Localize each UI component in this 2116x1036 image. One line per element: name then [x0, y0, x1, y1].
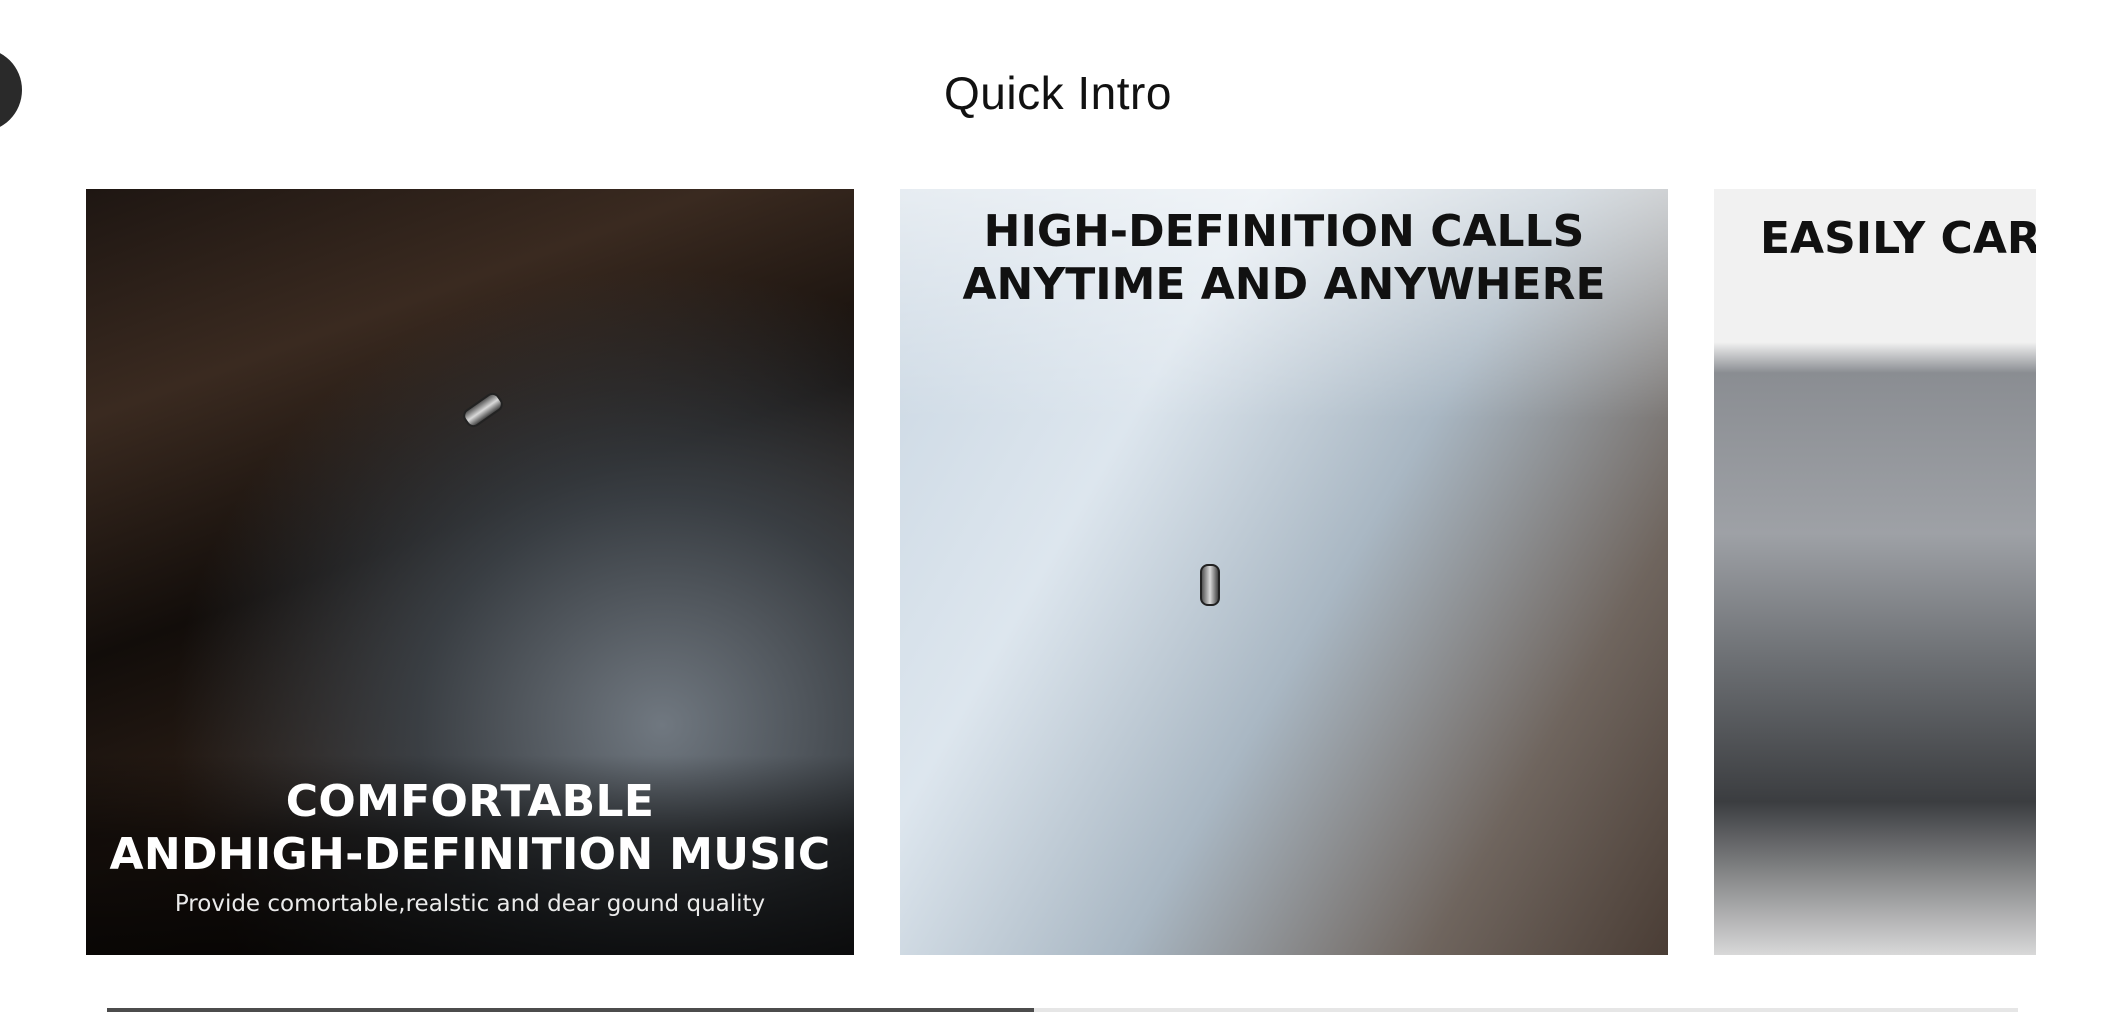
slide-subtitle: Provide comortable,realstic and dear gou…	[174, 891, 766, 917]
slide-heading-line-2: ANYTIME AND ANYWHERE	[962, 259, 1606, 310]
carousel-slide-carry[interactable]: EASILY CAR	[1714, 189, 2036, 955]
carousel-slide-music[interactable]: COMFORTABLE ANDHIGH-DEFINITION MUSIC Pro…	[86, 189, 854, 955]
slide-heading-line-2: ANDHIGH-DEFINITION MUSIC	[109, 829, 831, 880]
carousel[interactable]: COMFORTABLE ANDHIGH-DEFINITION MUSIC Pro…	[86, 189, 2036, 955]
slide-heading-line-1: COMFORTABLE	[285, 776, 655, 827]
page: Quick Intro COMFORTABLE ANDHIGH-DEFINITI…	[0, 0, 2116, 1036]
slide-heading: HIGH-DEFINITION CALLS ANYTIME AND ANYWHE…	[900, 205, 1668, 311]
slide-heading-line-1: HIGH-DEFINITION CALLS	[983, 206, 1585, 257]
slide-heading: COMFORTABLE ANDHIGH-DEFINITION MUSIC	[86, 775, 854, 881]
slide-heading: EASILY CAR	[1760, 212, 2036, 265]
section-title: Quick Intro	[944, 67, 1172, 119]
earbud-icon	[1200, 564, 1220, 606]
carousel-slide-calls[interactable]: HIGH-DEFINITION CALLS ANYTIME AND ANYWHE…	[900, 189, 1668, 955]
slide-image-hand-with-bag	[1714, 189, 2036, 955]
slide-heading-line-1: EASILY CAR	[1760, 213, 2036, 264]
carousel-scrollbar[interactable]	[107, 1008, 2018, 1012]
carousel-scrollbar-thumb[interactable]	[107, 1008, 1034, 1012]
